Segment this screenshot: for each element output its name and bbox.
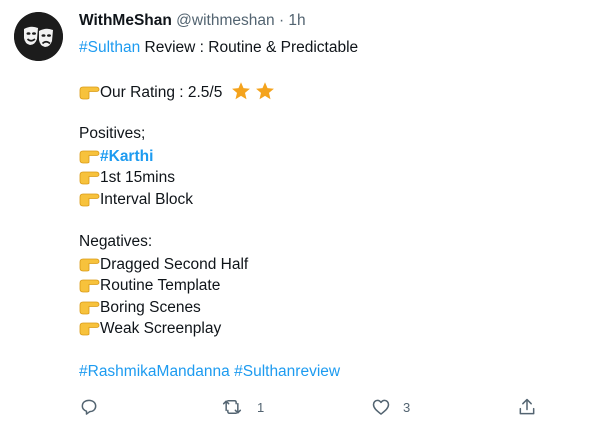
list-item: Weak Screenplay <box>79 318 221 339</box>
pointing-hand-icon <box>79 86 100 100</box>
heart-icon <box>372 399 390 415</box>
star-icon <box>231 82 250 100</box>
list-item-text: Routine Template <box>100 277 221 294</box>
pointing-hand-icon <box>79 258 100 272</box>
share-button[interactable] <box>517 396 537 418</box>
list-item-text: Weak Screenplay <box>100 320 222 337</box>
drama-masks-icon <box>14 12 63 61</box>
list-item: Interval Block <box>79 189 193 210</box>
author-name[interactable]: WithMeShan <box>79 12 172 29</box>
tweet-title-line: #Sulthan Review : Routine & Predictable <box>79 38 358 58</box>
hashtags-line: #RashmikaMandanna #Sulthanreview <box>79 362 340 382</box>
separator-dot: · <box>278 12 285 29</box>
like-button[interactable]: 3 <box>371 396 410 418</box>
hashtag-link[interactable]: #RashmikaMandanna <box>79 363 230 380</box>
reply-icon <box>81 399 97 415</box>
hashtag-link[interactable]: #Sulthan <box>79 39 140 56</box>
pointing-hand-icon <box>79 193 100 207</box>
list-item: 1st 15mins <box>79 167 175 188</box>
list-item-text: Boring Scenes <box>100 299 201 316</box>
retweet-icon <box>222 400 242 414</box>
action-bar: 1 3 <box>79 396 549 418</box>
list-item: Boring Scenes <box>79 297 201 318</box>
list-item-text: Dragged Second Half <box>100 256 249 273</box>
list-item: Dragged Second Half <box>79 254 248 275</box>
list-item: #Karthi <box>79 146 153 167</box>
rating-text: Our Rating : 2.5/5 <box>100 84 223 101</box>
pointing-hand-icon <box>79 279 100 293</box>
list-item-text: 1st 15mins <box>100 169 175 186</box>
pointing-hand-icon <box>79 322 100 336</box>
star-icon <box>255 82 274 100</box>
tweet-header: WithMeShan @withmeshan · 1h <box>79 12 306 30</box>
pointing-hand-icon <box>79 301 100 315</box>
pointing-hand-icon <box>79 150 100 164</box>
hashtag-link[interactable]: #Sulthanreview <box>234 363 340 380</box>
reply-button[interactable] <box>79 396 111 418</box>
pointing-hand-icon <box>79 171 100 185</box>
tweet-card[interactable]: WithMeShan @withmeshan · 1h #Sulthan Rev… <box>0 0 600 425</box>
positives-heading: Positives; <box>79 125 146 142</box>
timestamp[interactable]: 1h <box>288 12 305 29</box>
retweet-count: 1 <box>257 399 265 415</box>
rating-line: Our Rating : 2.5/5 <box>79 81 275 103</box>
retweet-button[interactable]: 1 <box>221 396 264 418</box>
negatives-heading: Negatives: <box>79 233 153 250</box>
tweet-title-text: Review : Routine & Predictable <box>140 39 359 56</box>
share-icon <box>519 398 535 415</box>
list-item-text: Interval Block <box>100 191 194 208</box>
hashtag-link[interactable]: #Karthi <box>100 148 153 165</box>
author-handle[interactable]: @withmeshan <box>176 12 274 29</box>
list-item: Routine Template <box>79 275 220 296</box>
like-count: 3 <box>403 399 411 415</box>
avatar[interactable] <box>14 12 63 61</box>
